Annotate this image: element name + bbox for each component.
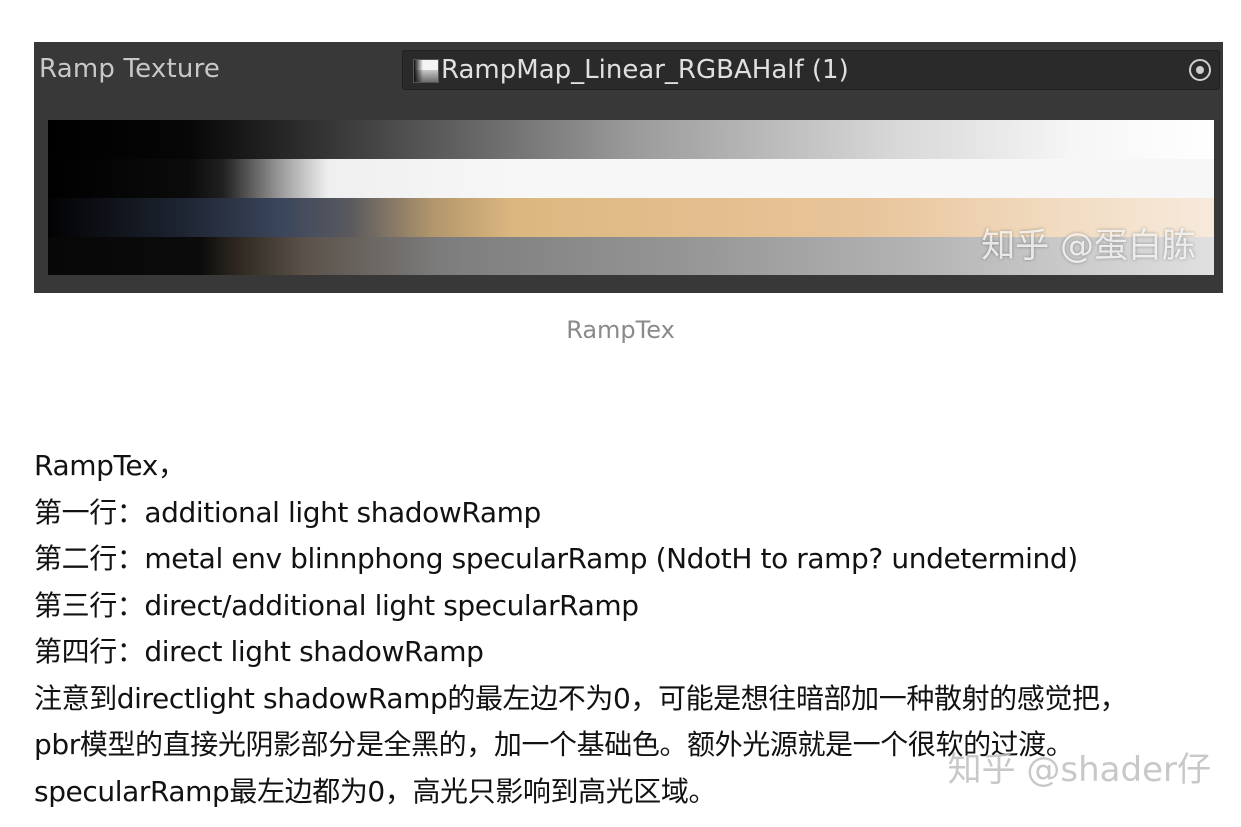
- body-line: RampTex，: [34, 449, 186, 482]
- page-watermark: 知乎 @shader仔: [947, 750, 1211, 790]
- ramp-texture-object-field[interactable]: RampMap_Linear_RGBAHalf (1): [402, 50, 1220, 90]
- inspector-panel: Ramp Texture RampMap_Linear_RGBAHalf (1)…: [34, 42, 1223, 293]
- ramp-row-2: [48, 159, 1214, 198]
- ramp-texture-preview: 知乎 @蛋白胨: [48, 120, 1214, 275]
- body-line: 第二行：metal env blinnphong specularRamp (N…: [34, 542, 1078, 575]
- preview-watermark: 知乎 @蛋白胨: [981, 226, 1196, 266]
- ramp-row-1: [48, 120, 1214, 159]
- object-field-value: RampMap_Linear_RGBAHalf (1): [441, 55, 849, 85]
- body-line: 注意到directlight shadowRamp的最左边不为0，可能是想往暗部…: [34, 681, 1128, 715]
- body-line: 第一行：additional light shadowRamp: [34, 495, 541, 529]
- image-caption: RampTex: [566, 316, 675, 344]
- texture-icon: [413, 59, 439, 83]
- object-picker-icon[interactable]: [1189, 59, 1211, 81]
- ramp-texture-label: Ramp Texture: [39, 54, 221, 84]
- body-line: 第三行：direct/additional light specularRamp: [34, 588, 639, 622]
- body-line: 第四行：direct light shadowRamp: [34, 635, 484, 668]
